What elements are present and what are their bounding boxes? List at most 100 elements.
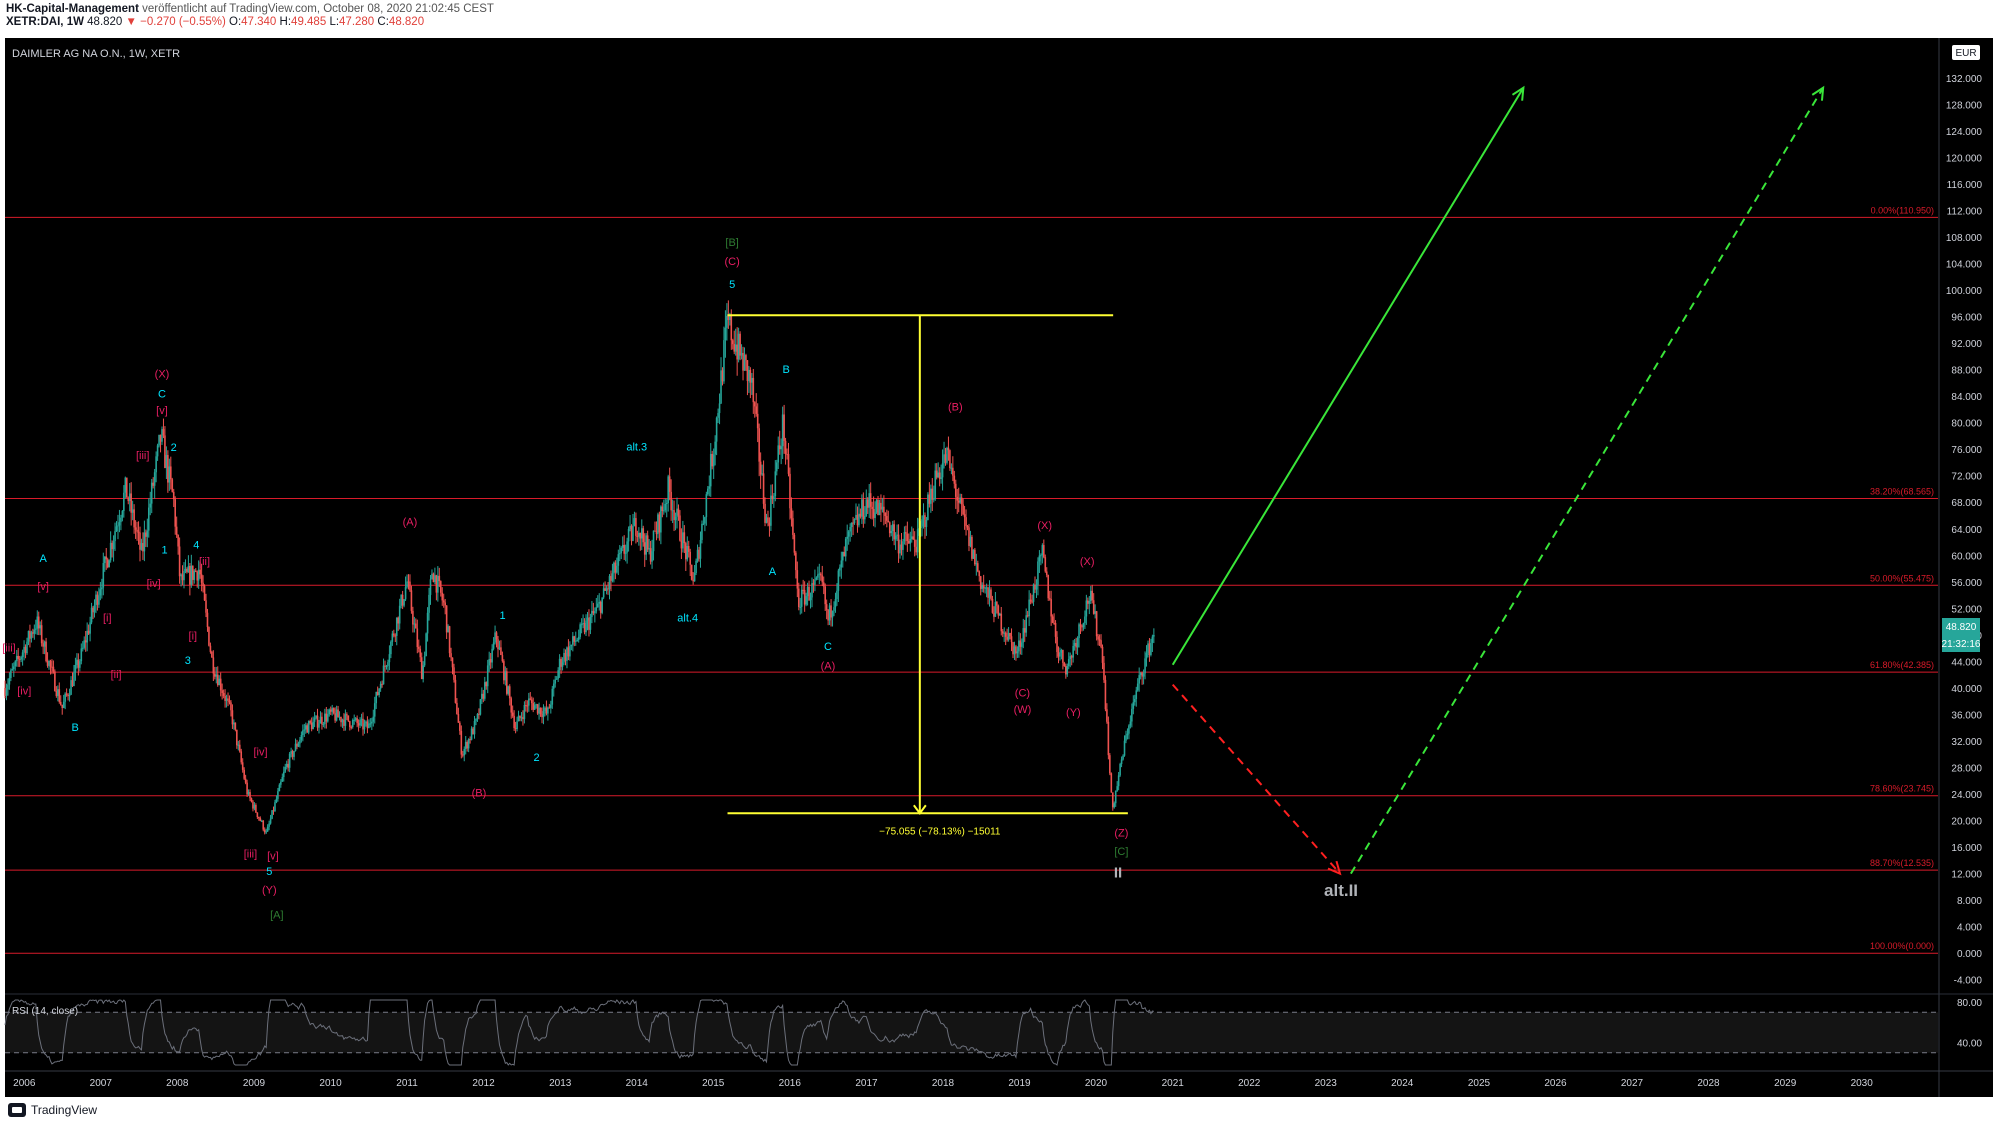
candle-body (765, 517, 768, 523)
candle-body (843, 551, 846, 557)
price-tick-label: 116.000 (1947, 180, 1983, 191)
candle-body (834, 599, 837, 608)
candle-body (510, 698, 513, 713)
candle-body (96, 594, 99, 605)
candle-body (539, 707, 542, 715)
candle-body (300, 735, 303, 740)
candle-body (554, 679, 557, 684)
candle-body (1100, 640, 1102, 647)
candle-body (378, 688, 380, 695)
candle-body (844, 538, 847, 557)
candle-body (819, 573, 822, 576)
candle-body (877, 499, 879, 516)
candle-body (59, 701, 62, 705)
candle-body (787, 454, 790, 474)
candle-body (715, 417, 718, 442)
candle-body (237, 744, 240, 746)
candle-body (752, 377, 755, 403)
candle-body (1107, 721, 1110, 756)
candle-body (1043, 545, 1045, 558)
candle-body (316, 715, 319, 728)
candle-body (58, 689, 61, 702)
candle-body (479, 699, 482, 715)
candle-body (526, 705, 529, 707)
candle-body (1066, 666, 1069, 675)
price-tick-label: 108.000 (1946, 233, 1983, 244)
candle-body (646, 535, 649, 550)
candle-body (202, 582, 204, 587)
candle-body (850, 522, 853, 528)
candle-body (306, 725, 309, 733)
candle-body (142, 543, 144, 552)
candle-body (337, 709, 339, 718)
candle-body (93, 605, 96, 613)
price-tick-label: 28.000 (1951, 764, 1982, 775)
candle-body (718, 403, 721, 414)
candle-body (821, 575, 824, 583)
candle-body (356, 718, 358, 724)
candle-body (112, 541, 115, 550)
candle-body (599, 601, 602, 613)
candle-body (869, 493, 872, 507)
candle-body (796, 570, 799, 589)
candle-body (206, 612, 209, 628)
candle-body (382, 665, 385, 685)
wave-label: alt.4 (677, 613, 698, 625)
candle-body (171, 479, 174, 492)
candle-body (1079, 624, 1082, 627)
candle-body (561, 662, 564, 667)
candle-body (711, 453, 714, 467)
candle-body (464, 741, 467, 749)
candle-body (881, 506, 884, 510)
candle-body (125, 477, 128, 498)
candle-body (453, 667, 455, 680)
candle-body (996, 601, 998, 606)
wave-label: (X) (1037, 520, 1052, 532)
wave-label: [iv] (147, 578, 161, 590)
price-tick-label: 16.000 (1951, 843, 1982, 854)
candle-body (944, 454, 947, 463)
price-tick-label: 52.000 (1951, 604, 1982, 615)
candle-body (508, 686, 511, 699)
candle-body (997, 605, 1000, 616)
price-tick-label: 56.000 (1951, 578, 1982, 589)
candle-body (764, 503, 766, 523)
candle-body (441, 592, 444, 601)
candle-body (550, 704, 552, 708)
candle-body (269, 818, 272, 824)
candle-body (822, 582, 825, 587)
candle-body (884, 512, 887, 517)
price-chart[interactable]: 0.00%(110.950) 38.20%(68.565) 50.00%(55.47… (0, 0, 2000, 1097)
currency-badge[interactable]: EUR (1952, 45, 1980, 60)
candle-body (362, 718, 364, 730)
candle-body (990, 589, 992, 599)
wave-label: [iii] (136, 450, 149, 462)
wave-label: 2 (534, 752, 540, 764)
candle-body (51, 666, 53, 668)
candle-body (263, 829, 266, 833)
price-tick-label: 124.000 (1946, 127, 1983, 138)
candle-body (150, 482, 153, 504)
candle-body (244, 778, 247, 783)
candle-body (423, 656, 426, 666)
candle-body (1113, 803, 1116, 808)
candle-body (900, 544, 903, 550)
time-tick-label: 2023 (1315, 1078, 1338, 1089)
candle-body (858, 513, 860, 526)
candle-body (1082, 623, 1085, 628)
candle-body (1012, 642, 1014, 655)
candle-body (620, 547, 623, 554)
candle-body (1078, 624, 1080, 639)
tradingview-logo[interactable]: TradingView (8, 1103, 97, 1117)
candle-body (913, 539, 916, 547)
candle-body (685, 543, 687, 560)
candle-body (825, 604, 828, 610)
candle-body (771, 495, 774, 500)
candle-body (778, 445, 781, 450)
price-tick-label: 8.000 (1957, 896, 1982, 907)
candle-body (137, 531, 140, 533)
candle-body (745, 355, 747, 361)
candle-body (193, 570, 196, 580)
candle-body (916, 529, 919, 553)
candle-body (924, 515, 926, 527)
